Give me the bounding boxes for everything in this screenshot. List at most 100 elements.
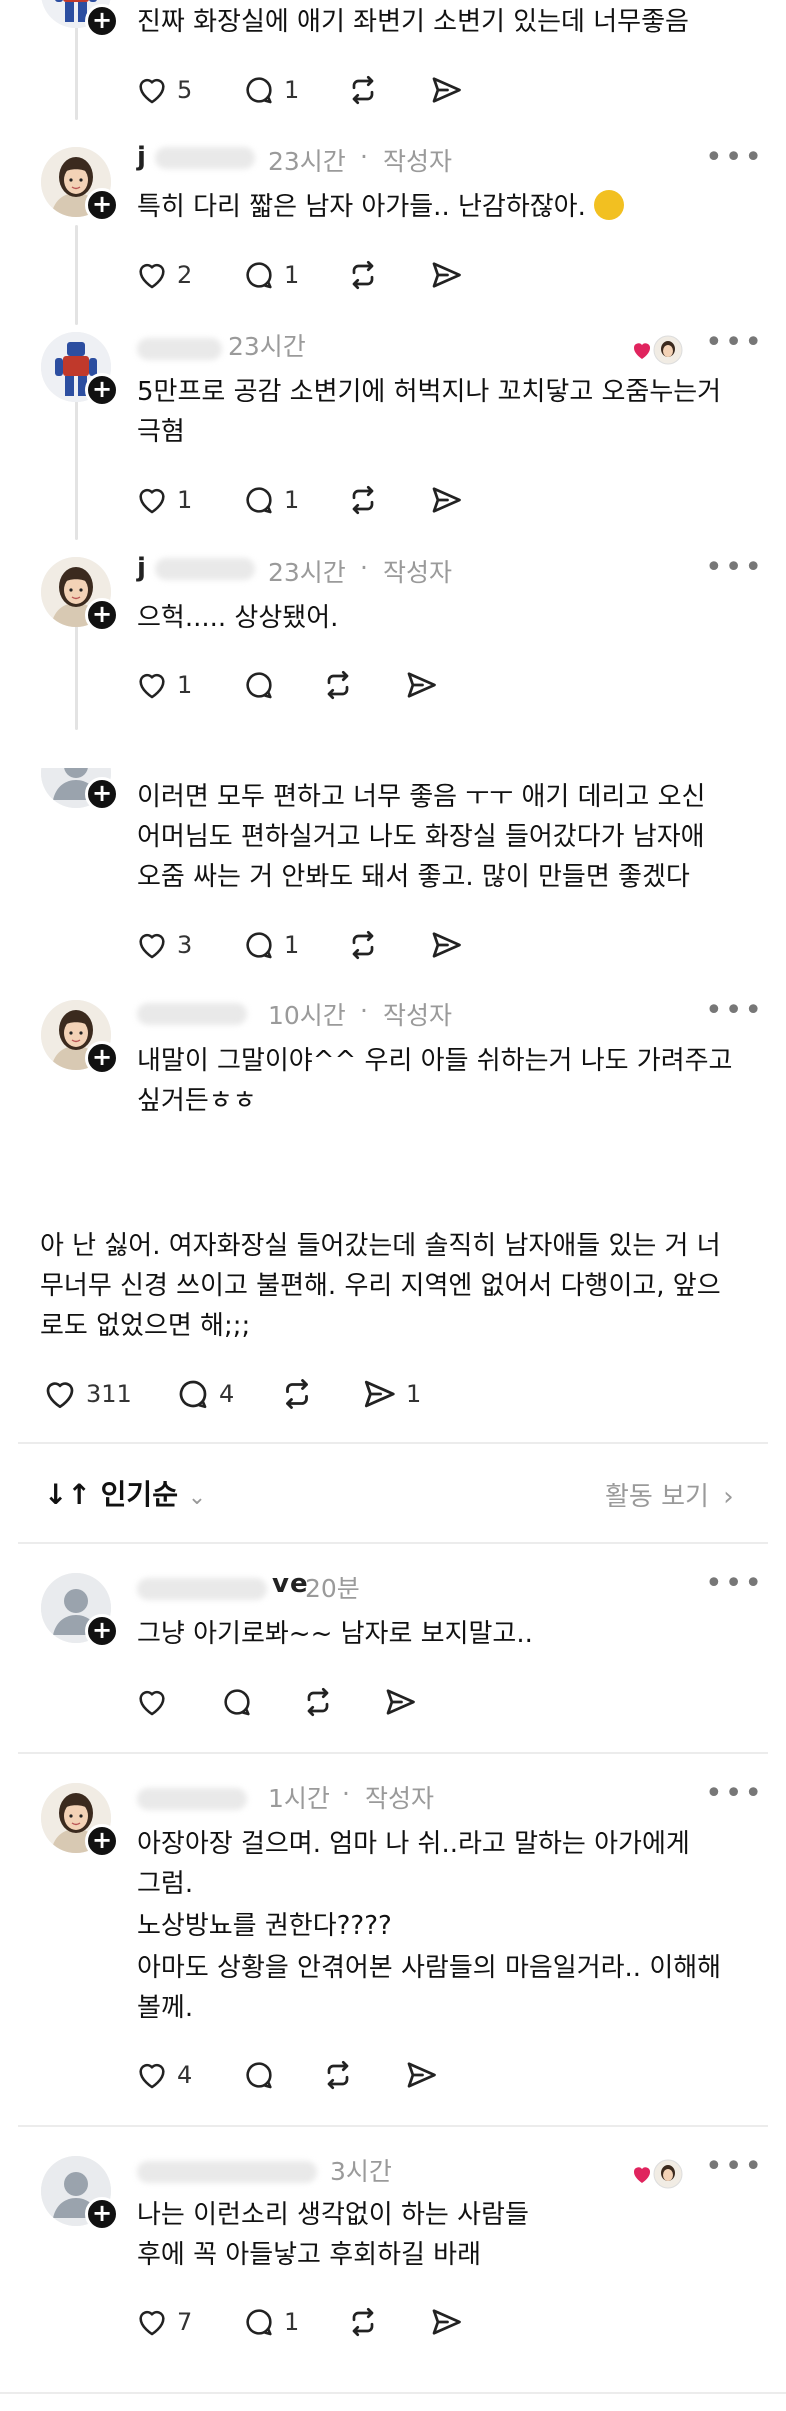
- thread-line: [75, 400, 78, 540]
- like-button[interactable]: 2: [135, 255, 192, 295]
- share-button[interactable]: [403, 665, 439, 705]
- share-button[interactable]: [428, 70, 464, 110]
- more-icon[interactable]: •••: [705, 2152, 764, 2182]
- reply-button[interactable]: 4: [175, 1374, 234, 1414]
- redacted-name: [137, 1003, 247, 1025]
- follow-plus-icon[interactable]: +: [85, 188, 119, 222]
- reply-button[interactable]: 1: [242, 70, 299, 110]
- repost-button[interactable]: [345, 2302, 381, 2342]
- heart-icon: [42, 1376, 78, 1412]
- comment-icon: [242, 2305, 276, 2339]
- repost-icon: [345, 927, 381, 963]
- like-button[interactable]: 1: [135, 665, 192, 705]
- laughing-emoji-icon: [594, 189, 625, 220]
- reply-button[interactable]: [242, 665, 276, 705]
- share-button[interactable]: 1: [360, 1374, 421, 1414]
- like-button[interactable]: 7: [135, 2302, 192, 2342]
- comment-time: 23시간: [268, 558, 346, 587]
- like-button[interactable]: 311: [42, 1374, 132, 1414]
- divider: [18, 2125, 768, 2127]
- post-text: 아 난 싫어. 여자화장실 들어갔는데 솔직히 남자애들 있는 거 너: [40, 1231, 721, 1261]
- follow-plus-icon[interactable]: +: [85, 4, 119, 38]
- author-name[interactable]: j: [137, 142, 147, 172]
- repost-button[interactable]: [300, 1682, 336, 1722]
- repost-button[interactable]: [278, 1374, 316, 1414]
- like-button[interactable]: 3: [135, 925, 192, 965]
- reply-button[interactable]: 1: [242, 255, 299, 295]
- send-icon: [382, 1684, 418, 1720]
- reply-button[interactable]: 1: [242, 480, 299, 520]
- like-button[interactable]: 5: [135, 70, 192, 110]
- comment-icon: [220, 1685, 254, 1719]
- heart-icon: [135, 483, 169, 517]
- repost-button[interactable]: [320, 2055, 356, 2095]
- redacted-name: [155, 147, 255, 169]
- divider: [18, 1752, 768, 1754]
- more-icon[interactable]: •••: [705, 996, 764, 1026]
- comment-icon: [242, 483, 276, 517]
- author-badge: 작성자: [383, 558, 453, 587]
- comment-text: 그럼.: [137, 1869, 194, 1899]
- comment-icon: [242, 73, 276, 107]
- like-button[interactable]: 1: [135, 480, 192, 520]
- repost-button[interactable]: [345, 70, 381, 110]
- divider: [18, 1542, 768, 1544]
- sort-dropdown[interactable]: ↓↑ 인기순 ⌄: [44, 1473, 206, 1513]
- redacted-name: [137, 338, 222, 360]
- follow-plus-icon[interactable]: +: [85, 1041, 119, 1075]
- repost-button[interactable]: [320, 665, 356, 705]
- comment-text: 진짜 화장실에 애기 좌변기 소변기 있는데 너무좋음: [137, 7, 689, 37]
- share-button[interactable]: [428, 255, 464, 295]
- repost-icon: [345, 482, 381, 518]
- follow-plus-icon[interactable]: +: [85, 598, 119, 632]
- follow-plus-icon[interactable]: +: [85, 1614, 119, 1648]
- more-icon[interactable]: •••: [705, 328, 764, 358]
- repost-icon: [345, 2304, 381, 2340]
- follow-plus-icon[interactable]: +: [85, 373, 119, 407]
- comment-text: 아마도 상황을 안겪어본 사람들의 마음일거라.. 이해해: [137, 1953, 722, 1983]
- comment-text: 후에 꼭 아들낳고 후회하길 바래: [137, 2240, 482, 2270]
- repost-button[interactable]: [345, 480, 381, 520]
- more-icon[interactable]: •••: [705, 1779, 764, 1809]
- share-button[interactable]: [428, 480, 464, 520]
- comment-text: 나는 이런소리 생각없이 하는 사람들: [137, 2200, 529, 2230]
- comment-time: 10시간: [268, 1001, 346, 1030]
- comment-text: 5만프로 공감 소변기에 허벅지나 꼬치닿고 오줌누는거: [137, 377, 722, 407]
- comment-text: 그냥 아기로봐~~ 남자로 보지말고..: [137, 1619, 533, 1649]
- comment-icon: [242, 258, 276, 292]
- send-icon: [360, 1375, 398, 1413]
- follow-plus-icon[interactable]: +: [85, 1824, 119, 1858]
- like-button[interactable]: 4: [135, 2055, 192, 2095]
- share-button[interactable]: [428, 2302, 464, 2342]
- author-name[interactable]: ve: [272, 1569, 309, 1599]
- author-badge: 작성자: [383, 1001, 453, 1030]
- comment-text: 아장아장 걸으며. 엄마 나 쉬..라고 말하는 아가에게: [137, 1829, 690, 1859]
- activity-link[interactable]: 활동 보기 ›: [605, 1476, 734, 1513]
- share-button[interactable]: [428, 925, 464, 965]
- repost-icon: [278, 1375, 316, 1413]
- reply-button[interactable]: 1: [242, 925, 299, 965]
- share-button[interactable]: [403, 2055, 439, 2095]
- repost-icon: [345, 72, 381, 108]
- author-name[interactable]: j: [137, 553, 147, 583]
- follow-plus-icon[interactable]: +: [85, 777, 119, 811]
- chevron-down-icon: ⌄: [187, 1485, 207, 1510]
- follow-plus-icon[interactable]: +: [85, 2197, 119, 2231]
- send-icon: [428, 927, 464, 963]
- like-button[interactable]: [135, 1682, 169, 1722]
- more-icon[interactable]: •••: [705, 553, 764, 583]
- heart-icon: [135, 258, 169, 292]
- send-icon: [428, 482, 464, 518]
- share-button[interactable]: [382, 1682, 418, 1722]
- repost-button[interactable]: [345, 255, 381, 295]
- more-icon[interactable]: •••: [705, 143, 764, 173]
- repost-button[interactable]: [345, 925, 381, 965]
- liked-by-author-icon: [632, 333, 684, 367]
- send-icon: [428, 257, 464, 293]
- reply-button[interactable]: [242, 2055, 276, 2095]
- reply-button[interactable]: [220, 1682, 254, 1722]
- reply-button[interactable]: 1: [242, 2302, 299, 2342]
- send-icon: [403, 2057, 439, 2093]
- repost-icon: [320, 667, 356, 703]
- more-icon[interactable]: •••: [705, 1569, 764, 1599]
